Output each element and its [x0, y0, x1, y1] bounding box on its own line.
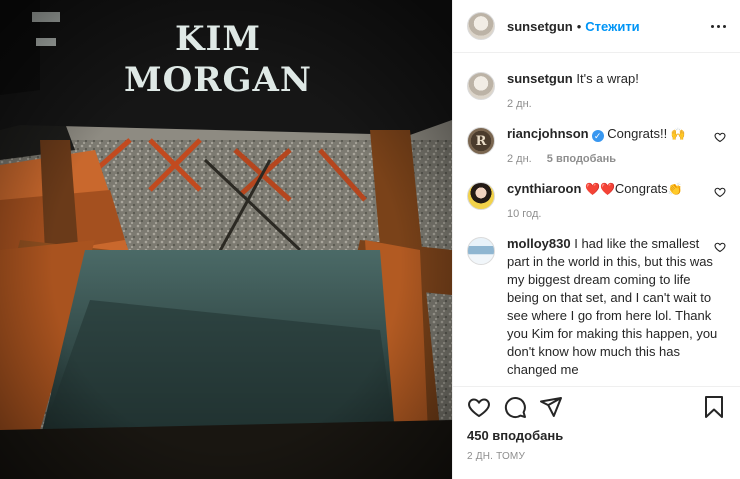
author-avatar[interactable]	[467, 12, 495, 40]
more-icon[interactable]	[711, 24, 726, 28]
chair-name-line2: MORGAN	[123, 60, 312, 100]
comment-like-icon[interactable]	[714, 186, 726, 198]
comment-like-icon[interactable]	[714, 241, 726, 253]
caption-username[interactable]: sunsetgun	[507, 71, 573, 86]
chair-name-text: KIM MORGAN	[108, 22, 328, 97]
post-timestamp[interactable]: 2 ДН. ТОМУ	[467, 451, 726, 462]
share-icon[interactable]	[539, 395, 563, 419]
comment-text: Congrats!!	[607, 126, 668, 141]
comment-item: R riancjohnson ✓ Congrats!! 🙌 2 дн. 5 впо…	[467, 125, 726, 166]
comment-time[interactable]: 10 год.	[507, 208, 541, 220]
header-separator: •	[576, 18, 582, 34]
post-photo[interactable]: KIM MORGAN	[0, 0, 452, 479]
comments-list: sunsetgun It's a wrap! 2 дн. R riancjohn…	[453, 54, 740, 386]
commenter-avatar[interactable]	[467, 237, 495, 265]
caption-text: It's a wrap!	[576, 71, 639, 86]
likes-count[interactable]: 450 вподобань	[467, 428, 726, 443]
comment-username[interactable]: molloy830	[507, 236, 571, 251]
post-actions: 450 вподобань 2 ДН. ТОМУ	[453, 386, 740, 462]
commenter-avatar[interactable]: R	[467, 127, 495, 155]
post-side-panel: sunsetgun • Стежити sunsetgun It's a wra…	[452, 0, 740, 479]
hearts-emoji: ❤️❤️	[585, 182, 615, 196]
clapping-emoji: 👏	[667, 182, 683, 196]
follow-button[interactable]: Стежити	[585, 19, 639, 34]
comment-username[interactable]: cynthiaroon	[507, 181, 581, 196]
commenter-avatar[interactable]	[467, 182, 495, 210]
comment-like-icon[interactable]	[714, 131, 726, 143]
author-username[interactable]: sunsetgun	[507, 19, 573, 34]
comment-username[interactable]: riancjohnson	[507, 126, 589, 141]
comment-likes[interactable]: 5 вподобань	[547, 153, 616, 165]
comment-time[interactable]: 2 дн.	[507, 153, 532, 165]
comment-icon[interactable]	[503, 395, 527, 419]
bookmark-icon[interactable]	[702, 395, 726, 419]
comment-text: Congrats	[614, 181, 668, 196]
comment-item: cynthiaroon ❤️❤️Congrats👏 10 год.	[467, 180, 726, 221]
verified-badge-icon: ✓	[591, 130, 604, 142]
caption-time[interactable]: 2 дн.	[507, 98, 532, 110]
action-icons	[467, 387, 726, 427]
caption: sunsetgun It's a wrap! 2 дн.	[467, 70, 726, 111]
comment-text: I had like the smallest part in the worl…	[507, 236, 718, 377]
heart-icon[interactable]	[467, 395, 491, 419]
chair-name-line1: KIM	[174, 19, 262, 59]
raised-hands-emoji: 🙌	[670, 127, 686, 141]
caption-avatar[interactable]	[467, 72, 495, 100]
comment-item: molloy830 I had like the smallest part i…	[467, 235, 726, 379]
post-header: sunsetgun • Стежити	[453, 0, 740, 53]
avatar-letter: R	[475, 133, 487, 149]
instagram-post-view: KIM MORGAN sunsetgun • Стежити sunsetgun…	[0, 0, 740, 479]
